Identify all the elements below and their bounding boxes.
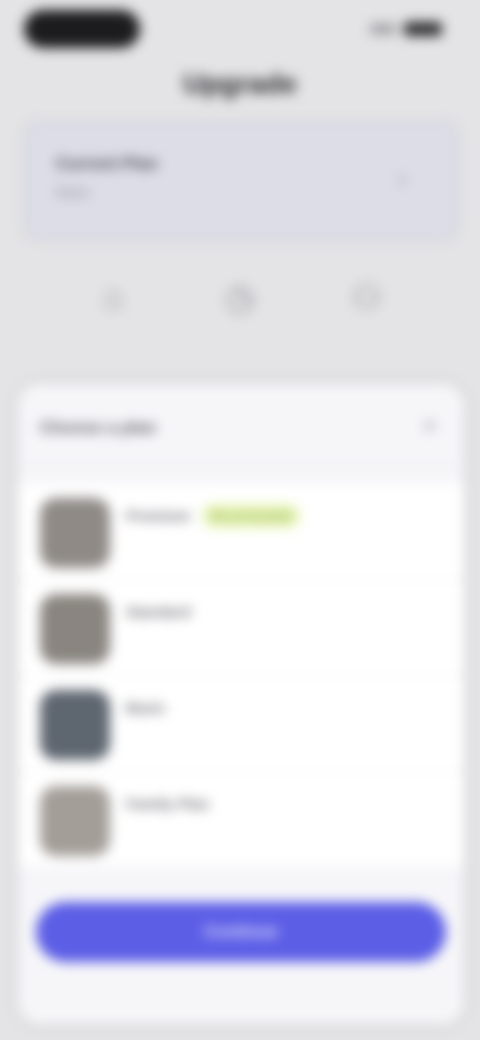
chevron-right-icon: › (398, 166, 406, 191)
continue-button[interactable]: Continue (36, 902, 446, 962)
plan-thumbnail (40, 594, 110, 664)
status-bar (0, 0, 480, 60)
list-item[interactable]: Standard (18, 580, 464, 676)
clock-icon: ◷ (225, 279, 255, 317)
plan-list: Premium Recommended Standard Basic Famil… (18, 484, 464, 868)
plan-sheet: Choose a plan ✕ Premium Recommended Stan… (18, 384, 464, 1024)
tab-clock[interactable]: ◷ (190, 278, 290, 368)
signal-icon (370, 24, 396, 34)
plan-thumbnail (40, 690, 110, 760)
item-title: Standard (126, 604, 192, 621)
current-plan-card[interactable]: Current Plan Basic › (24, 122, 458, 240)
status-badge: Recommended (202, 504, 300, 528)
plan-thumbnail (40, 786, 110, 856)
status-icons (370, 22, 442, 36)
list-item[interactable]: Family Plan (18, 772, 464, 868)
item-title: Premium (126, 508, 191, 525)
ticket-icon: ⌂ (103, 278, 124, 316)
dynamic-island (24, 10, 140, 48)
tab-row: ⌂ ◷ ⚇ (0, 278, 480, 368)
divider (18, 466, 464, 467)
close-icon[interactable]: ✕ (421, 414, 438, 439)
item-title: Basic (126, 700, 167, 717)
plan-name: Current Plan (56, 154, 159, 173)
item-title: Family Plan (126, 796, 210, 813)
list-item[interactable]: Premium Recommended (18, 484, 464, 580)
user-icon: ⚇ (351, 279, 382, 317)
plan-thumbnail (40, 498, 110, 568)
tab-user[interactable]: ⚇ (317, 278, 417, 368)
tab-ticket[interactable]: ⌂ (63, 278, 163, 368)
list-item[interactable]: Basic (18, 676, 464, 772)
sheet-title: Choose a plan (40, 418, 157, 437)
page-title: Upgrade (183, 68, 297, 99)
battery-icon (404, 22, 442, 36)
plan-subtitle: Basic (56, 184, 91, 200)
